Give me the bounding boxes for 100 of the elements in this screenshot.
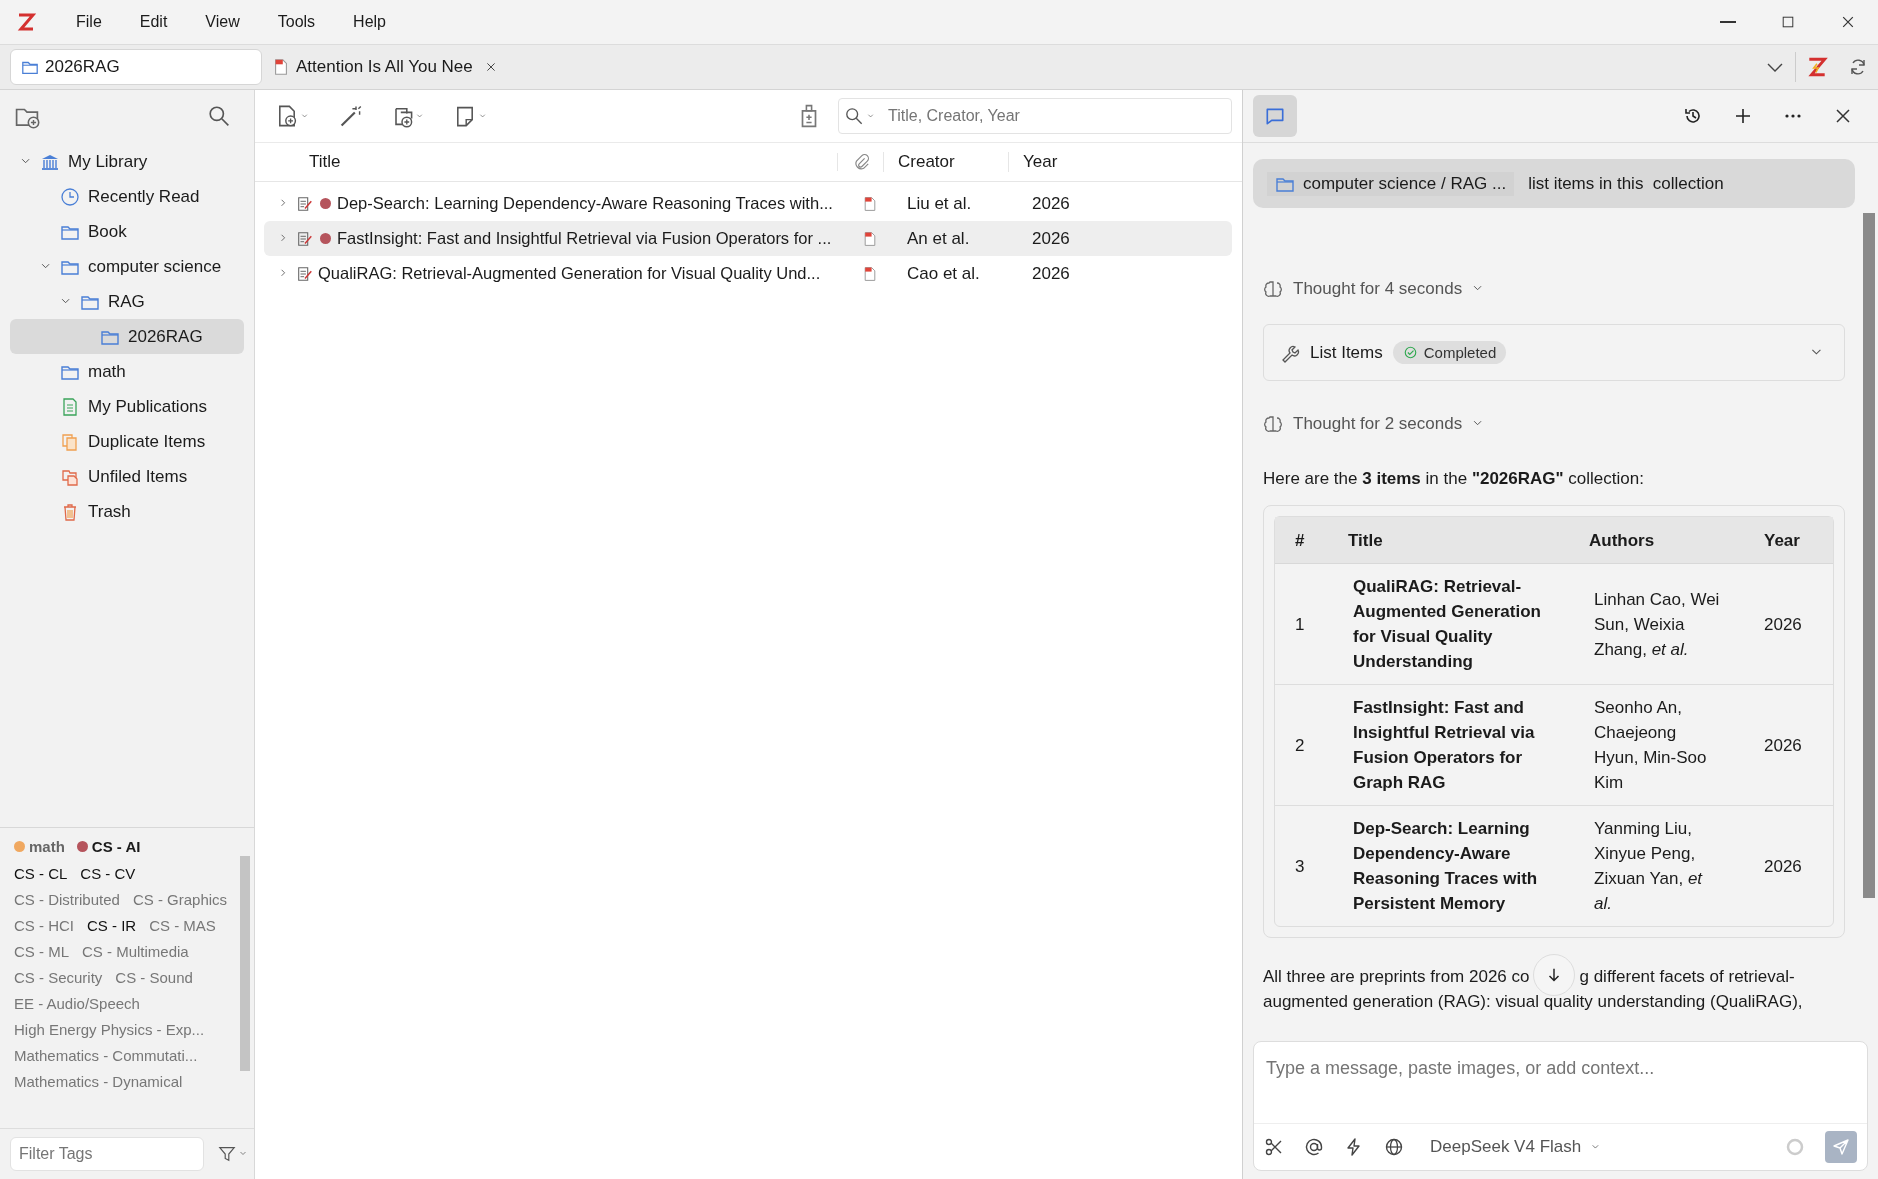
menu-item[interactable]: Tools — [257, 13, 334, 31]
close-icon[interactable] — [484, 61, 497, 73]
thought-toggle[interactable]: Thought for 2 seconds — [1263, 414, 1845, 434]
collection-item[interactable]: Unfiled Items — [10, 459, 244, 494]
model-dropdown[interactable]: DeepSeek V4 Flash — [1424, 1136, 1609, 1158]
tab[interactable]: 2026RAG — [10, 49, 262, 85]
paper-year: 2026 — [1764, 735, 1802, 755]
column-header[interactable]: Creator — [898, 152, 955, 171]
search-icon[interactable] — [208, 105, 230, 127]
globe-icon[interactable] — [1384, 1137, 1404, 1157]
sync-icon[interactable] — [1848, 57, 1868, 77]
paper-title: Dep-Search: Learning Dependency-Aware Reasoning Traces with Persistent Memory — [1353, 819, 1538, 913]
scrollbar[interactable] — [240, 856, 250, 1071]
add-icon[interactable] — [1733, 106, 1753, 126]
collection-item[interactable]: math — [10, 354, 244, 389]
message-text: Here are the 3 items in the "2026RAG" collection: — [1263, 468, 1645, 490]
filter-field[interactable]: Filter Tags — [10, 1137, 204, 1171]
collection-item[interactable]: My Publications — [10, 389, 244, 424]
item-title: QualiRAG: Retrieval-Augmented Generation for Visual Quality Und... — [318, 264, 821, 283]
document-icon — [296, 229, 314, 248]
tag[interactable]: CS - IR — [87, 915, 137, 937]
send-icon — [1831, 1137, 1851, 1157]
clock-icon — [60, 186, 80, 207]
column-header: # — [1295, 530, 1305, 550]
minimize-icon — [1720, 21, 1736, 23]
item-creator: An et al. — [907, 228, 970, 248]
menu-item[interactable]: File — [56, 13, 120, 31]
column-header: Year — [1764, 530, 1800, 550]
collection-item[interactable]: Book — [10, 214, 244, 249]
collection-item[interactable]: Trash — [10, 494, 244, 529]
paper-year: 2026 — [1764, 856, 1802, 876]
paper-authors: Yanming Liu, Xinyue Peng, Zixuan Yan, et al. — [1594, 819, 1703, 913]
tag[interactable]: CS - Distributed — [14, 889, 120, 911]
item-year: 2026 — [1032, 193, 1070, 213]
paper-authors: Linhan Cao, Wei Sun, Weixia Zhang, et al. — [1594, 589, 1720, 659]
menu-item[interactable]: Help — [333, 13, 404, 31]
tag[interactable]: Mathematics - Dynamical — [14, 1071, 183, 1093]
tab[interactable]: Attention Is All You Nee — [262, 49, 502, 85]
message-text: augmented generation (RAG): visual quality understanding (QualiRAG), — [1263, 991, 1804, 1013]
collection-item[interactable]: computer science — [10, 249, 244, 284]
message-composer[interactable]: Type a message, paste images, or add context... DeepSeek V4 Flash — [1253, 1041, 1868, 1171]
filter-icon — [218, 1145, 236, 1163]
tag[interactable]: CS - Multimedia — [82, 941, 189, 963]
message-input[interactable]: Type a message, paste images, or add context... — [1254, 1042, 1867, 1123]
scissors-icon[interactable] — [1264, 1137, 1284, 1157]
spinner-icon — [1785, 1137, 1805, 1157]
tag[interactable]: math — [14, 838, 65, 855]
app-logo-icon — [16, 12, 36, 32]
item-row[interactable]: Dep-Search: Learning Dependency-Aware Reasoning Traces with... Liu et al. 2026 — [264, 186, 1232, 221]
tool-call-card[interactable]: List Items Completed — [1263, 324, 1845, 381]
column-header: Title — [1348, 530, 1383, 550]
column-header[interactable]: Year — [1023, 152, 1058, 171]
collection-item[interactable]: Recently Read — [10, 179, 244, 214]
maximize-icon — [1780, 14, 1796, 30]
chat-button[interactable] — [1253, 95, 1297, 137]
item-year: 2026 — [1032, 263, 1070, 283]
column-header[interactable]: Title — [309, 152, 341, 172]
menu-item[interactable]: Edit — [119, 13, 186, 31]
item-row[interactable]: FastInsight: Fast and Insightful Retrieval via Fusion Operators for ... An et al. 2026 — [264, 221, 1232, 256]
menu-item[interactable]: View — [185, 13, 258, 31]
tag[interactable]: CS - MAS — [149, 915, 216, 937]
duplicate-icon — [60, 431, 80, 452]
collection-chip[interactable]: computer science / RAG ... — [1267, 171, 1515, 196]
collection-item[interactable]: RAG — [10, 284, 244, 319]
item-title: Dep-Search: Learning Dependency-Aware Reasoning Traces with... — [337, 194, 833, 213]
history-icon[interactable] — [1683, 106, 1703, 126]
row-number: 3 — [1295, 856, 1305, 876]
close-icon — [1840, 14, 1856, 30]
tag[interactable]: CS - Graphics — [132, 889, 228, 911]
tag[interactable]: CS - ML — [14, 941, 69, 963]
item-creator: Cao et al. — [907, 263, 980, 283]
tag[interactable]: Mathematics - Commutati... — [14, 1045, 198, 1067]
tag[interactable]: CS - CV — [80, 863, 136, 885]
item-row[interactable]: QualiRAG: Retrieval-Augmented Generation for Visual Quality Und... Cao et al. 2026 — [264, 256, 1232, 291]
tag[interactable]: EE - Audio/Speech — [14, 993, 140, 1015]
zotero-icon[interactable] — [1806, 56, 1828, 78]
collection-item[interactable]: 2026RAG — [10, 319, 244, 354]
scrollbar[interactable] — [1863, 213, 1875, 898]
collection-item[interactable]: My Library — [10, 144, 244, 179]
paper-title: FastInsight: Fast and Insightful Retrieval via Fusion Operators for Graph RAG — [1353, 698, 1535, 792]
item-year: 2026 — [1032, 228, 1070, 248]
paper-year: 2026 — [1764, 614, 1802, 634]
tag[interactable]: CS - Sound — [115, 967, 193, 989]
tag[interactable]: High Energy Physics - Exp... — [14, 1019, 205, 1041]
paper-title: QualiRAG: Retrieval-Augmented Generation for Visual Quality Understanding — [1353, 577, 1541, 671]
document-icon — [296, 194, 314, 213]
collection-item[interactable]: Duplicate Items — [10, 424, 244, 459]
tag[interactable]: CS - AI — [76, 838, 141, 855]
thought-toggle[interactable]: Thought for 4 seconds — [1263, 279, 1845, 299]
check-icon — [1402, 345, 1418, 360]
message-text: All three are preprints from 2026 co — [1263, 966, 1530, 988]
paper-authors: Seonho An, Chaejeong Hyun, Min-Soo Kim — [1594, 698, 1707, 792]
tag[interactable]: CS - Security — [14, 967, 103, 989]
search-field[interactable]: Title, Creator, Year — [838, 98, 1232, 134]
tag[interactable]: CS - HCI — [14, 915, 74, 937]
column-header: Authors — [1589, 530, 1655, 550]
mention-icon[interactable] — [1304, 1137, 1324, 1157]
message-text: g different facets of retrieval- — [1579, 966, 1795, 988]
tag[interactable]: CS - CL — [14, 863, 68, 885]
search-icon — [845, 107, 863, 125]
